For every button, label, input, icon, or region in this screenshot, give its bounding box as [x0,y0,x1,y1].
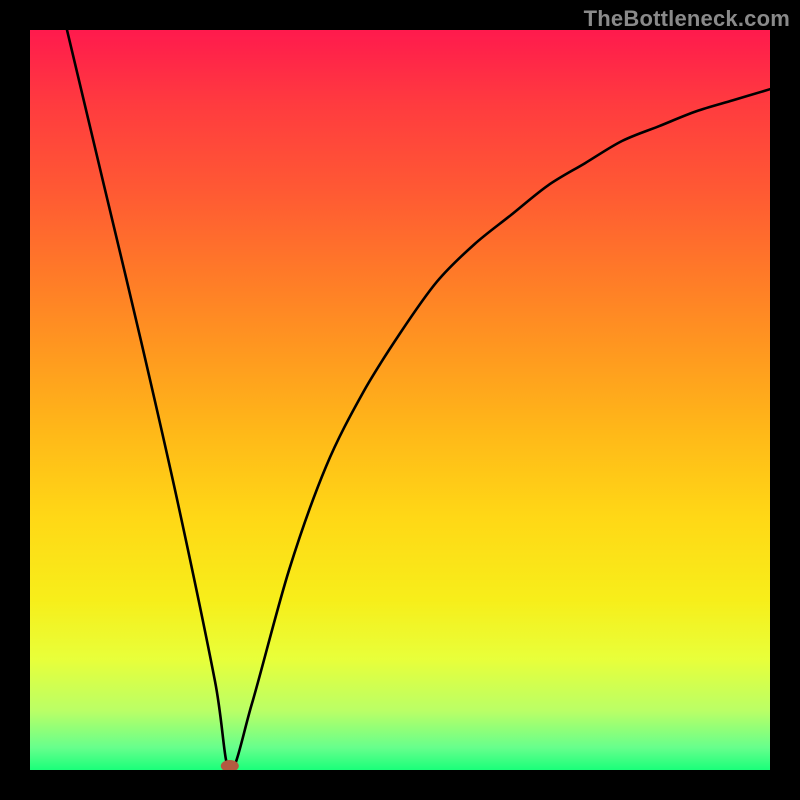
curve-svg [30,30,770,770]
plot-area [30,30,770,770]
bottleneck-curve [67,30,770,770]
watermark-text: TheBottleneck.com [584,6,790,32]
chart-stage: TheBottleneck.com [0,0,800,800]
